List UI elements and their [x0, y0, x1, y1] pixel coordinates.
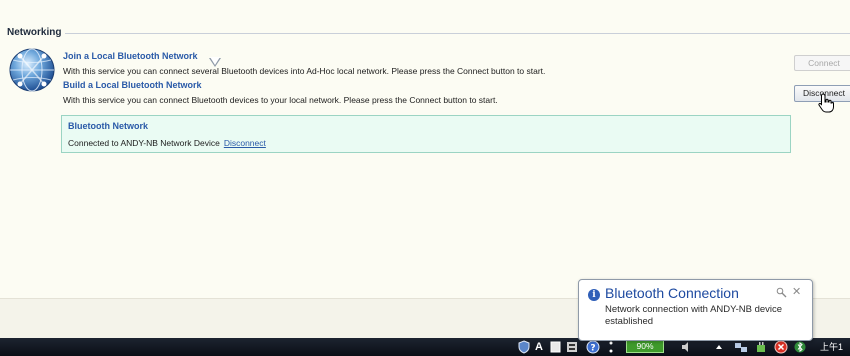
close-icon[interactable]: ✕	[792, 285, 801, 298]
section-divider	[60, 33, 850, 34]
battery-indicator[interactable]: 90%	[626, 340, 664, 353]
language-indicator[interactable]: A	[535, 340, 543, 354]
bluetooth-notification-balloon[interactable]: i Bluetooth Connection ✕ Network connect…	[578, 279, 813, 341]
keyboard-icon[interactable]	[550, 340, 561, 354]
hand-cursor-icon	[818, 93, 834, 113]
show-hidden-icons-icon[interactable]	[714, 340, 724, 354]
security-alert-icon[interactable]	[774, 340, 788, 354]
bluetooth-network-box: Bluetooth Network Connected to ANDY-NB N…	[61, 115, 791, 153]
power-plug-icon[interactable]	[754, 340, 768, 354]
join-network-title: Join a Local Bluetooth Network	[63, 51, 198, 61]
volume-icon[interactable]	[680, 340, 692, 354]
info-icon: i	[588, 289, 600, 301]
ime-icon[interactable]	[566, 340, 578, 354]
notification-title: Bluetooth Connection	[605, 285, 739, 301]
notification-pointer-fill	[210, 57, 220, 65]
network-icon[interactable]	[734, 340, 748, 354]
shield-icon[interactable]	[518, 340, 530, 354]
connect-button[interactable]: Connect	[794, 55, 850, 71]
bluetooth-globe-icon	[9, 48, 55, 92]
section-title: Networking	[7, 27, 66, 38]
notification-message: Network connection with ANDY-NB device e…	[605, 304, 783, 327]
options-icon[interactable]	[606, 340, 616, 354]
svg-text:?: ?	[590, 344, 595, 354]
bluetooth-tray-icon[interactable]	[794, 340, 806, 354]
disconnect-link[interactable]: Disconnect	[224, 138, 266, 148]
build-network-description: With this service you can connect Blueto…	[63, 95, 498, 105]
clock[interactable]: 上午1	[820, 340, 843, 354]
bluetooth-network-title: Bluetooth Network	[68, 121, 148, 131]
build-network-title: Build a Local Bluetooth Network	[63, 80, 202, 90]
join-network-description: With this service you can connect severa…	[63, 66, 546, 76]
help-icon[interactable]: ?	[586, 340, 600, 354]
pin-icon[interactable]	[776, 287, 787, 298]
connection-status-text: Connected to ANDY-NB Network Device	[68, 138, 220, 148]
bluetooth-network-status: Connected to ANDY-NB Network Device Disco…	[68, 138, 266, 148]
